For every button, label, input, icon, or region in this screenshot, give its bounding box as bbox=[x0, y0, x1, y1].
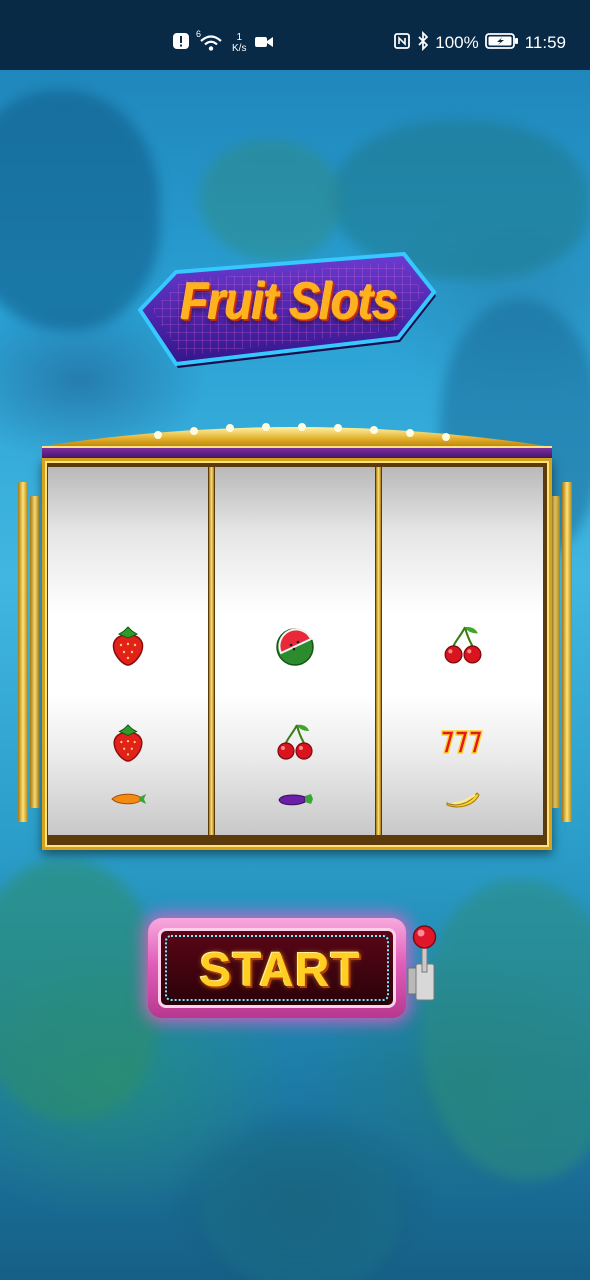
reel-divider bbox=[209, 467, 214, 835]
reel-window bbox=[42, 458, 552, 850]
nfc-icon bbox=[393, 32, 411, 55]
wifi-label: 6 bbox=[196, 29, 202, 39]
crown-light bbox=[370, 426, 378, 434]
cherry-icon bbox=[442, 625, 484, 669]
background-foliage bbox=[0, 860, 160, 1120]
battery-charging-icon bbox=[484, 32, 519, 55]
slot-machine bbox=[18, 412, 572, 850]
start-button[interactable]: START bbox=[148, 918, 406, 1018]
crown-light bbox=[334, 424, 342, 432]
lever-icon bbox=[407, 925, 437, 1001]
strawberry-icon bbox=[107, 625, 149, 671]
crown-light bbox=[226, 424, 234, 432]
wifi-icon: 6 bbox=[196, 29, 224, 53]
start-button-label: START bbox=[199, 944, 361, 997]
crown-light bbox=[262, 423, 270, 431]
status-right-icons: 100% 11:59 bbox=[393, 30, 566, 56]
alert-icon bbox=[172, 32, 190, 54]
clock-time: 11:59 bbox=[524, 33, 566, 52]
status-left-icons: 6 1 K/s bbox=[172, 29, 274, 56]
background-foliage bbox=[420, 880, 590, 1180]
reel-3 bbox=[382, 467, 543, 835]
battery-percent: 100% bbox=[435, 33, 479, 52]
start-button-panel: START bbox=[158, 928, 396, 1008]
seven-icon bbox=[440, 727, 486, 761]
eggplant-icon bbox=[275, 791, 315, 811]
watermelon-icon bbox=[271, 625, 319, 671]
background-foliage bbox=[200, 1130, 400, 1280]
left-fin bbox=[18, 482, 28, 822]
right-fin bbox=[562, 482, 572, 822]
video-camera-icon bbox=[254, 34, 274, 53]
crown-light bbox=[154, 431, 162, 439]
game-title: Fruit Slots bbox=[180, 271, 398, 331]
background-foliage bbox=[0, 90, 160, 330]
left-fin bbox=[30, 496, 40, 808]
background-foliage bbox=[200, 140, 340, 260]
game-title-banner: Fruit Slots bbox=[137, 251, 440, 372]
crown-light bbox=[442, 433, 450, 441]
network-speed: 1 K/s bbox=[232, 32, 246, 54]
status-bar: 6 1 K/s 100% 11:59 bbox=[0, 0, 590, 70]
crown-light bbox=[406, 429, 414, 437]
cherry-icon bbox=[275, 723, 315, 765]
reel-2 bbox=[215, 467, 375, 835]
net-speed-unit: K/s bbox=[232, 43, 247, 54]
game-screen: 6 1 K/s 100% 11:59 Fruit Slots START bbox=[0, 0, 590, 1280]
slot-lever[interactable] bbox=[406, 924, 442, 1004]
strawberry-icon bbox=[108, 723, 148, 767]
bluetooth-icon bbox=[417, 30, 429, 56]
reel-divider bbox=[376, 467, 381, 835]
crown-light bbox=[298, 423, 306, 431]
crown-light bbox=[190, 427, 198, 435]
net-speed-value: 1 bbox=[236, 32, 242, 43]
banana-icon bbox=[443, 789, 483, 813]
reel-1 bbox=[48, 467, 208, 835]
carrot-icon bbox=[108, 791, 148, 811]
